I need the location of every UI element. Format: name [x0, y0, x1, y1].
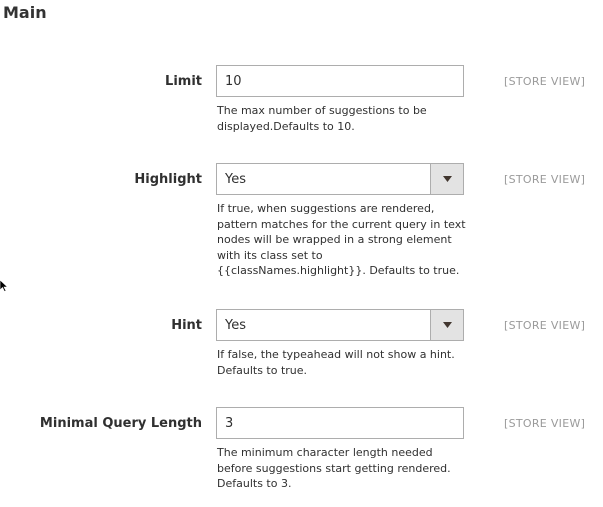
limit-input-value: 10 — [225, 74, 242, 89]
limit-input[interactable]: 10 — [216, 65, 464, 97]
limit-note: The max number of suggestions to be disp… — [217, 104, 427, 133]
minimal-query-length-input[interactable]: 3 — [216, 407, 464, 439]
hint-select[interactable]: Yes — [216, 309, 464, 341]
triangle-down-icon — [443, 322, 452, 328]
hint-select-toggle[interactable] — [430, 310, 463, 340]
minimal-query-length-label: Minimal Query Length — [39, 416, 202, 431]
hint-label: Hint — [171, 318, 202, 333]
highlight-scope-label: [STORE VIEW] — [504, 173, 586, 186]
hint-select-value: Yes — [225, 318, 246, 333]
highlight-note: If true, when suggestions are rendered, … — [217, 202, 466, 277]
minimal-query-length-input-value: 3 — [225, 416, 234, 431]
section-title-main[interactable]: Main — [3, 3, 47, 22]
limit-scope-label: [STORE VIEW] — [504, 75, 586, 88]
limit-label: Limit — [165, 74, 202, 89]
mouse-cursor-icon — [0, 280, 8, 292]
highlight-select[interactable]: Yes — [216, 163, 464, 195]
highlight-select-toggle[interactable] — [430, 164, 463, 194]
highlight-select-value: Yes — [225, 172, 246, 187]
minimal-query-length-note: The minimum character length needed befo… — [217, 446, 451, 490]
hint-scope-label: [STORE VIEW] — [504, 319, 586, 332]
highlight-label: Highlight — [134, 172, 202, 187]
triangle-down-icon — [443, 176, 452, 182]
hint-note: If false, the typeahead will not show a … — [217, 348, 455, 377]
minimal-query-length-scope-label: [STORE VIEW] — [504, 417, 586, 430]
